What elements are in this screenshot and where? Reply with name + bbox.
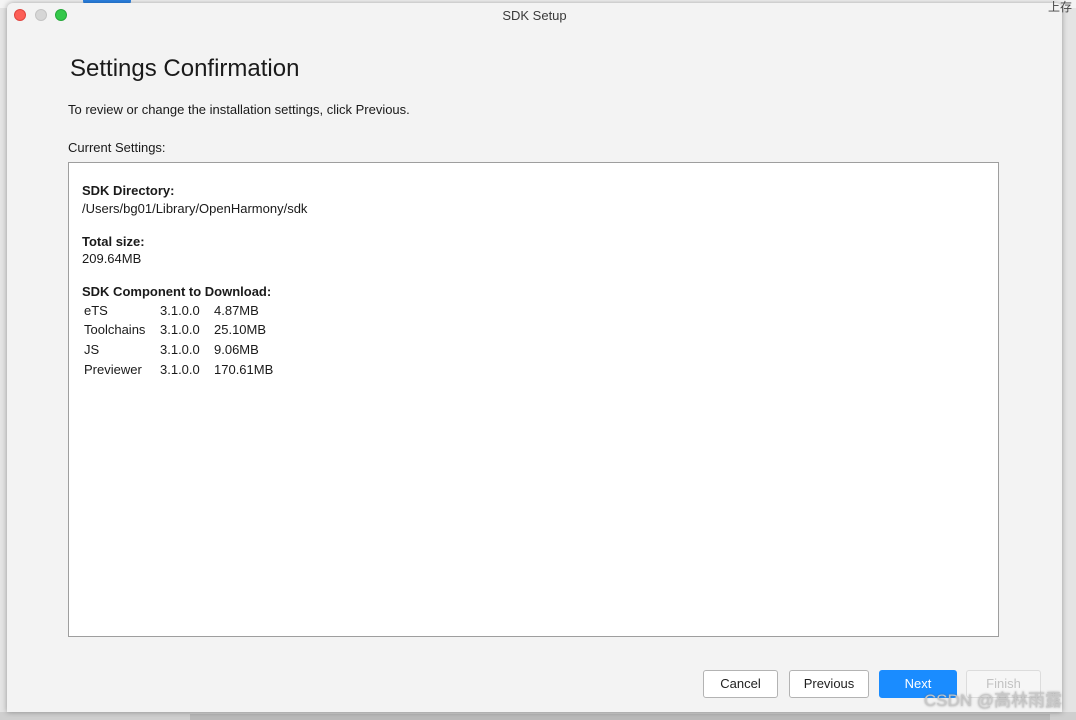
component-version: 3.1.0.0 <box>160 322 200 337</box>
sdk-directory-label: SDK Directory: <box>82 183 175 198</box>
component-row: Previewer 3.1.0.0 170.61MB <box>84 361 384 379</box>
sdk-setup-window: SDK Setup Settings Confirmation To revie… <box>7 3 1062 712</box>
previous-button[interactable]: Previous <box>789 670 869 698</box>
sdk-directory-value: /Users/bg01/Library/OpenHarmony/sdk <box>82 201 308 216</box>
component-size: 170.61MB <box>214 362 274 377</box>
component-row: eTS 3.1.0.0 4.87MB <box>84 302 384 320</box>
component-name: JS <box>84 342 100 357</box>
component-name: Previewer <box>84 362 142 377</box>
components-label: SDK Component to Download: <box>82 284 272 299</box>
component-version: 3.1.0.0 <box>160 342 200 357</box>
settings-summary-box[interactable]: SDK Directory: /Users/bg01/Library/OpenH… <box>68 162 999 637</box>
component-size: 25.10MB <box>214 322 267 337</box>
current-settings-label: Current Settings: <box>68 140 166 155</box>
component-name: Toolchains <box>84 322 146 337</box>
background-app-fragment: 上存 <box>1048 0 1073 14</box>
component-row: Toolchains 3.1.0.0 25.10MB <box>84 321 384 339</box>
window-title: SDK Setup <box>502 8 567 23</box>
instruction-text: To review or change the installation set… <box>68 102 410 117</box>
component-size: 4.87MB <box>214 303 259 318</box>
total-size-label: Total size: <box>82 234 145 249</box>
page-title: Settings Confirmation <box>70 55 300 82</box>
background-app-bottom-panel <box>190 714 1050 720</box>
component-row: JS 3.1.0.0 9.06MB <box>84 341 384 359</box>
total-size-value: 209.64MB <box>82 251 142 266</box>
component-name: eTS <box>84 303 108 318</box>
component-version: 3.1.0.0 <box>160 303 200 318</box>
cancel-button[interactable]: Cancel <box>703 670 778 698</box>
watermark: CSDN @高林雨露 <box>923 691 1062 710</box>
component-version: 3.1.0.0 <box>160 362 200 377</box>
component-size: 9.06MB <box>214 342 259 357</box>
